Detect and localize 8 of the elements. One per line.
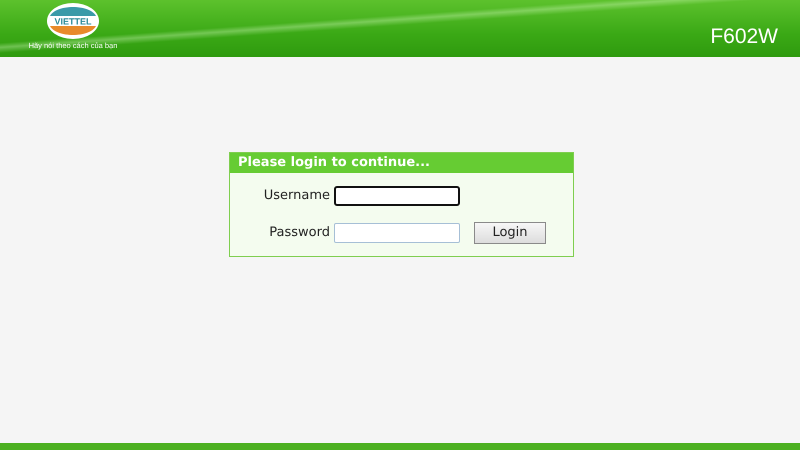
login-button[interactable]: Login — [474, 222, 546, 244]
field-label: Password — [268, 224, 331, 242]
model-name: F602W — [710, 26, 778, 47]
panel-title: Please login to continue... — [230, 153, 573, 173]
password-field[interactable] — [334, 223, 460, 243]
field-label: Username — [262, 187, 331, 206]
username-field[interactable] — [334, 186, 460, 206]
logo-icon: VIETTEL — [46, 2, 100, 40]
